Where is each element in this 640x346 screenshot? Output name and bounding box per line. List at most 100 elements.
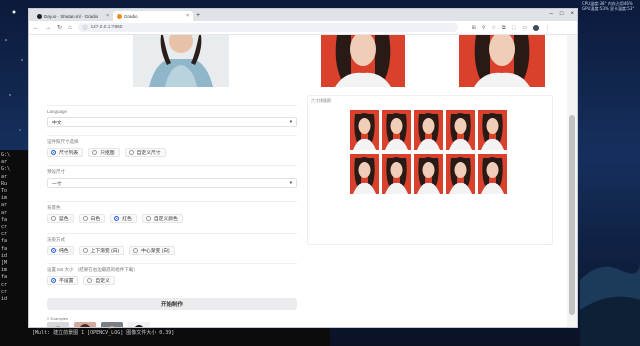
zoom-icon[interactable]: ⚲: [482, 25, 486, 31]
radio-icon: [82, 216, 88, 221]
example-thumbnail[interactable]: [128, 322, 150, 327]
layout-photo-tile: [350, 154, 379, 194]
output-standard-photo[interactable]: [321, 35, 405, 87]
back-icon[interactable]: ←: [33, 25, 39, 31]
terminal-line: ar: [1, 202, 8, 209]
tab-github[interactable]: Day.io · Shutan.ml · Gradio ×: [33, 11, 113, 21]
new-tab-button[interactable]: +: [196, 11, 200, 21]
star-icon[interactable]: ☆: [492, 25, 496, 31]
menu-icon[interactable]: ⋮: [545, 25, 550, 31]
option-label: 自定义颜色: [153, 217, 178, 222]
split-view-icon[interactable]: ▭: [522, 25, 527, 31]
home-icon[interactable]: ⌂: [68, 25, 72, 31]
generate-button[interactable]: 开始制作: [47, 298, 297, 310]
tab-gradio[interactable]: Gradio ×: [113, 11, 193, 21]
tray-line-gpu: GPU温度:53% 显卡温度:53°: [582, 6, 635, 11]
example-thumbnail[interactable]: [47, 322, 69, 327]
chevron-down-icon: ▾: [289, 119, 292, 125]
reload-icon[interactable]: ↻: [57, 24, 62, 31]
radio-icon: [145, 216, 151, 221]
desktop-landscape: [580, 262, 640, 346]
render-option-center-gradient[interactable]: 中心渐变 (白): [129, 246, 175, 255]
layout-photo-tile: [382, 154, 411, 194]
bg-color-section: 背景色 蓝色 白色 红色 自定义颜色: [47, 201, 297, 223]
render-option-vertical-gradient[interactable]: 上下渐变 (白): [78, 246, 125, 255]
page-scrollbar[interactable]: [567, 35, 577, 327]
url-text: 127.0.0.1:7860: [90, 25, 123, 30]
avatar[interactable]: [533, 24, 540, 31]
screenshot-icon[interactable]: ⧉: [502, 25, 506, 31]
option-label: 尺寸列表: [59, 151, 79, 156]
radio-icon: [51, 150, 56, 155]
language-select[interactable]: 中文 ▾: [47, 117, 297, 127]
layout-photo-grid[interactable]: [350, 110, 507, 194]
preset-select[interactable]: 一寸 ▾: [47, 178, 297, 188]
scrollbar-thumb[interactable]: [569, 115, 575, 315]
radio-icon: [87, 278, 93, 283]
output-hd-photo[interactable]: [459, 35, 545, 87]
layout-photo-tile: [478, 110, 507, 150]
gradio-page: Language 中文 ▾ 证件照尺寸选择 尺寸列表 只抠图 自定义尺寸 预设尺…: [29, 35, 569, 327]
toolbar-icons: ⊞ ⚲ ☆ ⧉ ⬚ ▭ ⋮: [472, 24, 550, 31]
bg-option-white[interactable]: 白色: [78, 214, 106, 223]
example-thumbnail[interactable]: [74, 322, 96, 327]
terminal-line: [M: [1, 260, 8, 267]
option-label: 只抠图: [100, 151, 115, 156]
bg-option-custom[interactable]: 自定义颜色: [141, 214, 183, 223]
input-photo[interactable]: [133, 35, 229, 87]
layout-photo-tile: [478, 154, 507, 194]
radio-icon: [51, 248, 56, 253]
layout-photo-panel: 六寸排版照: [307, 95, 553, 245]
terminal-line: im: [1, 195, 8, 202]
forward-icon[interactable]: →: [45, 25, 51, 31]
close-window-button[interactable]: ×: [570, 10, 574, 19]
terminal-line: fa: [1, 274, 8, 281]
example-image: [128, 322, 150, 327]
kb-option-none[interactable]: 不设置: [47, 276, 79, 285]
option-label: 中心渐变 (白): [141, 249, 170, 254]
terminal-line: To: [1, 188, 8, 195]
mode-radio-group: 尺寸列表 只抠图 自定义尺寸: [47, 148, 297, 157]
radio-icon: [92, 150, 98, 155]
layout-photo-tile: [446, 154, 475, 194]
layout-photo-label: 六寸排版照: [311, 98, 331, 103]
close-icon[interactable]: ×: [106, 13, 109, 19]
standard-photo-image: [321, 35, 405, 87]
kb-radio-group: 不设置 自定义: [47, 276, 297, 285]
bg-option-blue[interactable]: 蓝色: [47, 214, 74, 223]
bg-option-red[interactable]: 红色: [110, 214, 137, 223]
layout-photo-tile: [414, 154, 443, 194]
extensions-icon[interactable]: ⬚: [512, 25, 517, 31]
hd-photo-image: [459, 35, 545, 87]
bg-color-radio-group: 蓝色 白色 红色 自定义颜色: [47, 214, 297, 223]
chevron-down-icon: ▾: [289, 180, 292, 186]
terminal-line: cr: [1, 231, 8, 238]
address-bar[interactable]: ⓘ 127.0.0.1:7860: [77, 23, 458, 32]
option-label: 自定义: [95, 279, 110, 284]
mode-option-matting-only[interactable]: 只抠图: [88, 148, 120, 157]
terminal-window[interactable]: G:\ ar G:\ ar Ru To im ar ar fa cr cr fa…: [0, 150, 30, 346]
terminal-line: cr: [1, 288, 8, 295]
radio-icon: [114, 216, 120, 221]
examples-label: ≡ Examples: [47, 316, 69, 321]
input-photo-image: [133, 35, 229, 87]
tab-bar: Day.io · Shutan.ml · Gradio × Gradio × +…: [29, 9, 577, 21]
option-label: 上下渐变 (白): [90, 249, 120, 254]
language-section: Language 中文 ▾: [47, 105, 297, 127]
option-label: 蓝色: [59, 217, 69, 222]
system-tray: CPU温度:38° 内存占用46% GPU温度:53% 显卡温度:53°: [582, 1, 636, 11]
terminal-line: G:\: [1, 152, 11, 158]
example-thumbnail[interactable]: [101, 322, 123, 327]
close-icon[interactable]: ×: [186, 13, 189, 19]
terminal-line: fa: [1, 238, 8, 245]
translate-icon[interactable]: ⊞: [472, 25, 476, 31]
maximize-button[interactable]: □: [560, 10, 564, 19]
kb-option-custom[interactable]: 自定义: [83, 276, 115, 285]
preset-label: 预设尺寸: [47, 169, 65, 174]
render-option-solid[interactable]: 纯色: [47, 246, 74, 255]
mode-option-size-list[interactable]: 尺寸列表: [47, 148, 84, 157]
minimize-button[interactable]: –: [550, 10, 553, 19]
mode-option-custom-size[interactable]: 自定义尺寸: [124, 148, 166, 157]
github-icon: [37, 13, 42, 19]
option-label: 纯色: [59, 249, 69, 254]
